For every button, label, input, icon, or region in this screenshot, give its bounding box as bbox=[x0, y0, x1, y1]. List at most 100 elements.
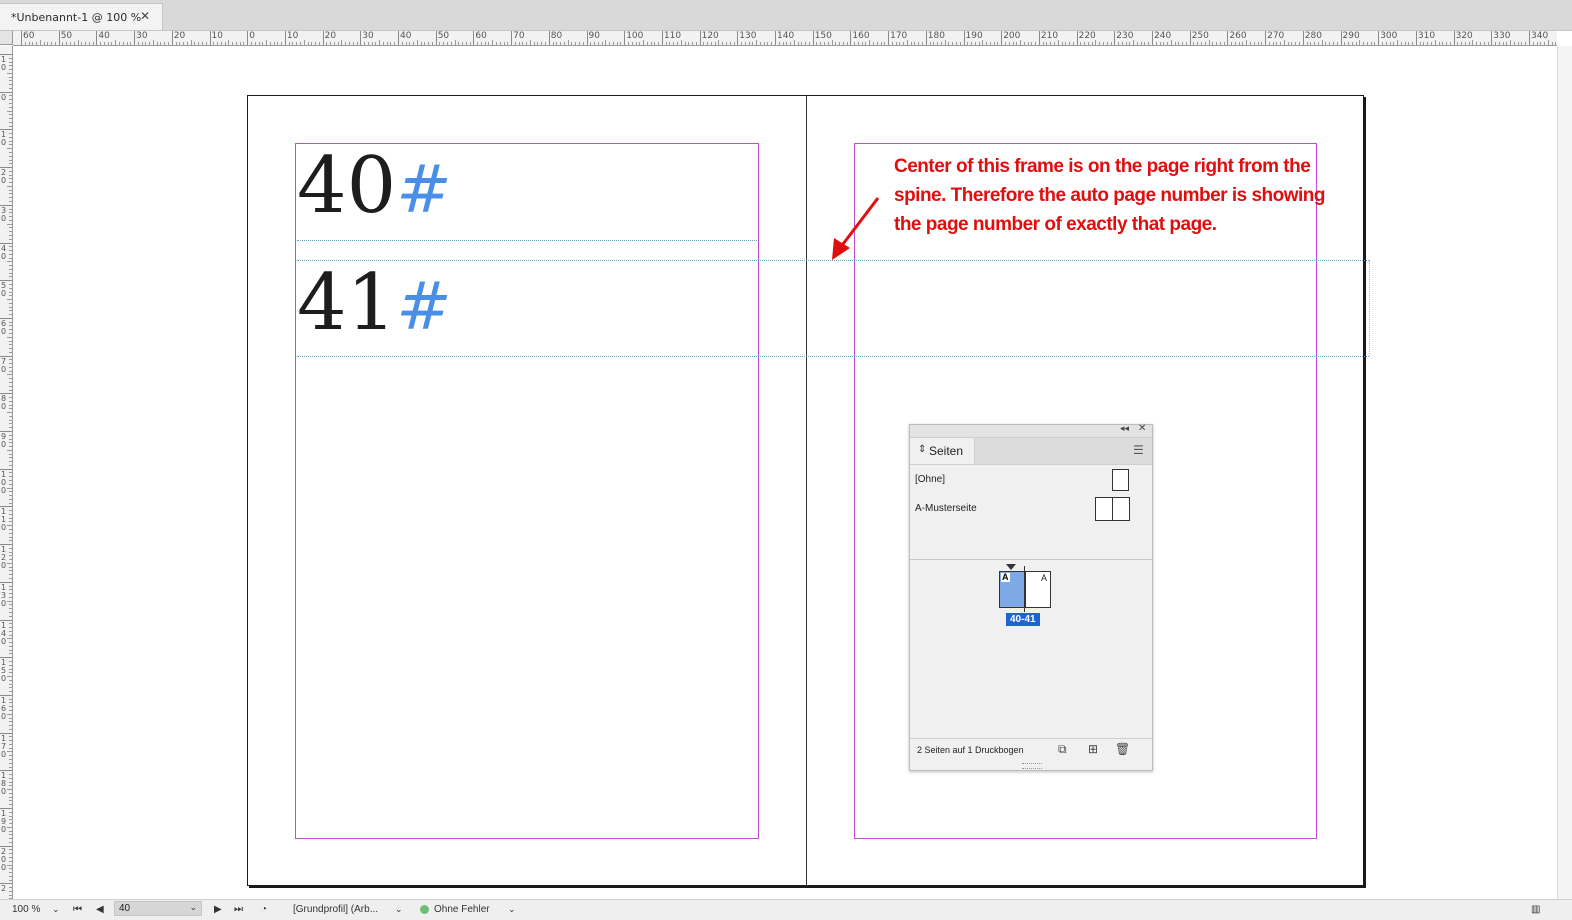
ruler-minor-tick bbox=[1212, 42, 1214, 45]
vertical-scrollbar[interactable] bbox=[1557, 46, 1572, 899]
ruler-minor-tick bbox=[1374, 42, 1376, 45]
pages-panel[interactable]: ◂◂ ✕ ⇕ Seiten ☰ [Ohne] A-Musterseite A A… bbox=[909, 423, 1153, 771]
next-page-icon[interactable]: ▶ bbox=[214, 904, 222, 915]
preflight-profile[interactable]: [Grundprofil] (Arb... bbox=[293, 904, 378, 915]
ruler-minor-tick bbox=[756, 40, 758, 45]
preflight-status[interactable]: Ohne Fehler bbox=[434, 904, 490, 915]
zoom-level[interactable]: 100 % bbox=[12, 904, 40, 915]
ruler-minor-tick bbox=[1280, 42, 1282, 45]
ruler-minor-tick bbox=[1498, 42, 1500, 45]
ruler-label: 90 bbox=[588, 31, 600, 41]
collapse-icon[interactable]: ◂◂ bbox=[1120, 423, 1129, 434]
auto-page-number-frame-1[interactable]: 40# bbox=[297, 147, 452, 229]
ruler-minor-tick bbox=[1065, 42, 1067, 45]
ruler-minor-tick bbox=[1118, 42, 1120, 45]
ruler-tick bbox=[209, 31, 211, 45]
master-item-none[interactable]: [Ohne] bbox=[910, 467, 1152, 493]
ruler-minor-tick bbox=[465, 42, 467, 45]
first-page-icon[interactable]: ⏮ bbox=[73, 904, 82, 915]
ruler-minor-tick bbox=[1438, 42, 1440, 45]
ruler-tick bbox=[171, 31, 173, 45]
ruler-tick bbox=[775, 31, 776, 45]
panel-menu-icon[interactable]: ☰ bbox=[1133, 443, 1144, 457]
document-tab[interactable]: *Unbenannt-1 @ 100 % ✕ bbox=[0, 3, 163, 30]
dropdown-icon[interactable]: ⌄ bbox=[395, 904, 403, 915]
close-icon[interactable]: ✕ bbox=[1138, 423, 1146, 434]
text-frame-2-bottom-edge[interactable] bbox=[297, 356, 1369, 357]
master-item-a-musterseite[interactable]: A-Musterseite bbox=[910, 496, 1152, 522]
annotation-arrow-icon bbox=[832, 197, 880, 260]
ruler-minor-tick bbox=[1434, 40, 1436, 45]
page-size-icon[interactable]: ⧉ bbox=[1058, 742, 1067, 757]
ruler-minor-tick bbox=[9, 363, 12, 365]
last-page-icon[interactable]: ⏭ bbox=[234, 904, 243, 915]
dropdown-icon[interactable]: ⌄ bbox=[189, 902, 197, 913]
ruler-minor-tick bbox=[1087, 42, 1089, 45]
ruler-label: 300 bbox=[1380, 31, 1398, 41]
ruler-minor-tick bbox=[9, 860, 12, 862]
new-page-icon[interactable]: ⊞ bbox=[1088, 742, 1098, 756]
page-thumbnail-41[interactable]: A bbox=[1025, 572, 1050, 607]
delete-page-icon[interactable]: 🗑 bbox=[1115, 742, 1130, 756]
ruler-minor-tick bbox=[9, 268, 12, 270]
ruler-minor-tick bbox=[1412, 42, 1414, 45]
ruler-minor-tick bbox=[288, 42, 290, 45]
dropdown-icon[interactable]: ⌄ bbox=[52, 904, 60, 915]
ruler-label: 130 bbox=[739, 31, 757, 41]
ruler-minor-tick bbox=[103, 42, 105, 45]
close-icon[interactable]: ✕ bbox=[140, 9, 150, 23]
ruler-minor-tick bbox=[7, 713, 12, 715]
spread-thumbnail-40-41[interactable]: A A bbox=[999, 571, 1051, 608]
ruler-minor-tick bbox=[7, 299, 12, 301]
ruler-minor-tick bbox=[9, 841, 12, 843]
ruler-minor-tick bbox=[9, 378, 12, 380]
master-letter: A bbox=[1001, 572, 1010, 582]
page-thumbnail-40[interactable]: A bbox=[1000, 572, 1025, 607]
ruler-minor-tick bbox=[9, 611, 12, 613]
ruler-minor-tick bbox=[7, 864, 12, 866]
ruler-minor-tick bbox=[658, 42, 660, 45]
auto-page-number-frame-2[interactable]: 41# bbox=[297, 264, 452, 346]
ruler-minor-tick bbox=[9, 679, 12, 681]
horizontal-ruler[interactable]: 60 50 40 30 20 10 0 10 20 30 40 50 60 70 80 90 100 110 120… bbox=[13, 31, 1557, 46]
ruler-minor-tick bbox=[563, 42, 565, 45]
ruler-minor-tick bbox=[9, 608, 12, 610]
ruler-minor-tick bbox=[873, 42, 875, 45]
ruler-minor-tick bbox=[710, 42, 712, 45]
panel-resize-grip[interactable] bbox=[1022, 763, 1042, 769]
ruler-minor-tick bbox=[1008, 42, 1010, 45]
ruler-minor-tick bbox=[9, 894, 12, 896]
ruler-minor-tick bbox=[9, 593, 12, 595]
preflight-icon[interactable]: ◔ bbox=[261, 904, 267, 915]
ruler-minor-tick bbox=[243, 42, 245, 45]
ruler-label: 200 bbox=[1, 846, 7, 872]
ruler-minor-tick bbox=[9, 174, 12, 176]
panel-title-bar[interactable]: ◂◂ ✕ bbox=[910, 423, 1152, 438]
ruler-minor-tick bbox=[9, 578, 12, 580]
view-mode-icon[interactable]: ▥ bbox=[1531, 904, 1540, 915]
tab-seiten[interactable]: ⇕ Seiten bbox=[910, 438, 975, 464]
ruler-minor-tick bbox=[771, 42, 773, 45]
ruler-minor-tick bbox=[9, 634, 12, 636]
ruler-label: 120 bbox=[1, 545, 7, 571]
ruler-tick bbox=[1001, 31, 1003, 45]
prev-page-icon[interactable]: ◀ bbox=[96, 904, 104, 915]
ruler-minor-tick bbox=[9, 811, 12, 813]
ruler-minor-tick bbox=[982, 40, 984, 45]
ruler-minor-tick bbox=[9, 329, 12, 331]
page-number-field[interactable]: 40 ⌄ bbox=[114, 901, 202, 916]
ruler-minor-tick bbox=[296, 42, 298, 45]
ruler-minor-tick bbox=[9, 853, 12, 855]
ruler-minor-tick bbox=[842, 42, 844, 45]
ruler-tick bbox=[247, 31, 249, 45]
ruler-minor-tick bbox=[458, 42, 460, 45]
ruler-minor-tick bbox=[217, 42, 219, 45]
ruler-minor-tick bbox=[952, 42, 954, 45]
text-frame-2-right-edge[interactable] bbox=[1369, 260, 1370, 356]
ruler-minor-tick bbox=[869, 40, 871, 45]
vertical-ruler[interactable]: 10 0 10 20 30 40 50 60 70 80 90 100 110 120 130 140 150 1… bbox=[0, 46, 13, 899]
ruler-minor-tick bbox=[518, 42, 520, 45]
ruler-corner[interactable] bbox=[0, 31, 13, 45]
ruler-tick bbox=[624, 31, 626, 45]
dropdown-icon[interactable]: ⌄ bbox=[508, 904, 516, 915]
